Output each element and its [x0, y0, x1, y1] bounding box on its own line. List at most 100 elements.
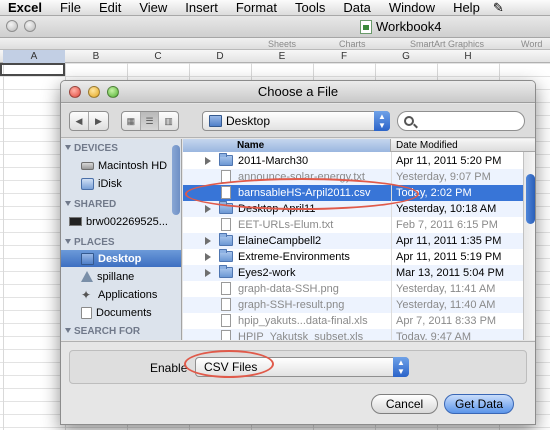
- file-row[interactable]: EET-URLs-Elum.txt Feb 7, 2011 6:15 PM: [183, 217, 523, 233]
- script-menu-icon[interactable]: ✎: [493, 0, 504, 16]
- dialog-bottom-panel: Enable CSV Files ▲ ▼ Cancel Get Data: [61, 341, 535, 424]
- document-icon: [221, 170, 231, 183]
- back-arrow-icon[interactable]: ◀: [70, 112, 89, 130]
- file-date-modified: Yesterday, 11:40 AM: [396, 299, 496, 311]
- column-view-icon[interactable]: ▥: [159, 112, 178, 130]
- disclosure-triangle-icon[interactable]: [205, 269, 211, 277]
- disclosure-triangle-icon[interactable]: [205, 237, 211, 245]
- file-list: Name Date Modified 2011-March30 Apr 11, 2…: [183, 139, 535, 340]
- sidebar-header-devices[interactable]: DEVICES: [65, 143, 118, 154]
- idisk-icon: [81, 177, 94, 190]
- popup-arrows-icon: ▲ ▼: [393, 357, 409, 377]
- column-header-b[interactable]: B: [65, 50, 127, 63]
- location-popup[interactable]: Desktop ▲ ▼: [202, 111, 390, 131]
- column-header-a[interactable]: A: [3, 50, 65, 63]
- workbook-title: Workbook4: [360, 19, 442, 34]
- column-header-g[interactable]: G: [375, 50, 437, 63]
- close-window-icon[interactable]: [6, 20, 18, 32]
- get-data-button[interactable]: Get Data: [444, 394, 514, 414]
- sidebar-header-search-for[interactable]: SEARCH FOR: [65, 326, 140, 337]
- file-row[interactable]: Desktop-April11 Yesterday, 10:18 AM: [183, 201, 523, 217]
- icon-view-icon[interactable]: ▦: [122, 112, 141, 130]
- sidebar-scroll-thumb[interactable]: [172, 145, 180, 215]
- menu-file[interactable]: File: [51, 0, 90, 16]
- column-headers: A B C D E F G H: [0, 50, 550, 63]
- popup-arrows-icon: ▲ ▼: [374, 111, 390, 131]
- ribbon-tab-smartart[interactable]: SmartArt Graphics: [410, 38, 484, 50]
- file-list-scroll-thumb[interactable]: [526, 174, 535, 224]
- forward-arrow-icon[interactable]: ▶: [89, 112, 108, 130]
- menu-window[interactable]: Window: [380, 0, 444, 16]
- sidebar-item-documents[interactable]: Documents: [61, 304, 181, 321]
- ribbon-tab-word[interactable]: Word: [521, 38, 542, 50]
- menu-format[interactable]: Format: [227, 0, 286, 16]
- file-row[interactable]: announce-solar-energy.txt Yesterday, 9:07…: [183, 169, 523, 185]
- sidebar-item-shared-computer[interactable]: brw002269525...: [61, 213, 181, 230]
- menu-tools[interactable]: Tools: [286, 0, 334, 16]
- file-row[interactable]: 2011-March30 Apr 11, 2011 5:20 PM: [183, 153, 523, 169]
- file-row[interactable]: graph-data-SSH.png Yesterday, 11:41 AM: [183, 281, 523, 297]
- sidebar-item-idisk[interactable]: iDisk: [61, 175, 181, 192]
- menu-view[interactable]: View: [130, 0, 176, 16]
- minimize-window-icon[interactable]: [24, 20, 36, 32]
- workbook-window-controls: [6, 20, 36, 32]
- file-row[interactable]: hpip_yakuts...data-final.xls Apr 7, 2011 …: [183, 313, 523, 329]
- menu-insert[interactable]: Insert: [176, 0, 227, 16]
- disclosure-triangle-icon: [65, 201, 71, 206]
- column-header-d[interactable]: D: [189, 50, 251, 63]
- sidebar-item-applications[interactable]: ✦ Applications: [61, 286, 181, 303]
- column-header-f[interactable]: F: [313, 50, 375, 63]
- file-row[interactable]: HPIP_Yakutsk_subset.xls Today, 9:47 AM: [183, 329, 523, 340]
- zoom-dialog-icon[interactable]: [107, 86, 119, 98]
- file-name: Extreme-Environments: [238, 251, 350, 263]
- file-row[interactable]: Extreme-Environments Apr 11, 2011 5:19 PM: [183, 249, 523, 265]
- ribbon-tab-charts[interactable]: Charts: [339, 38, 366, 50]
- ribbon-tab-sheets[interactable]: Sheets: [268, 38, 296, 50]
- file-date-modified: Feb 7, 2011 6:15 PM: [396, 219, 498, 231]
- disclosure-triangle-icon[interactable]: [205, 205, 211, 213]
- file-list-scrollbar[interactable]: [523, 152, 535, 340]
- folder-icon: [219, 201, 233, 214]
- document-icon: [221, 330, 231, 340]
- disclosure-triangle-icon[interactable]: [205, 253, 211, 261]
- file-row[interactable]: Eyes2-work Mar 13, 2011 5:04 PM: [183, 265, 523, 281]
- column-header-date-modified[interactable]: Date Modified: [392, 139, 458, 152]
- file-row[interactable]: ElaineCampbell2 Apr 11, 2011 1:35 PM: [183, 233, 523, 249]
- file-row[interactable]: graph-SSH-result.png Yesterday, 11:40 AM: [183, 297, 523, 313]
- column-header-h[interactable]: H: [437, 50, 499, 63]
- documents-icon: [81, 306, 92, 319]
- enable-file-type-popup[interactable]: CSV Files ▲ ▼: [195, 357, 409, 377]
- column-header-c[interactable]: C: [127, 50, 189, 63]
- sidebar-item-macintosh-hd[interactable]: Macintosh HD: [61, 157, 181, 174]
- menu-help[interactable]: Help: [444, 0, 489, 16]
- menu-excel[interactable]: Excel: [0, 0, 51, 16]
- minimize-dialog-icon[interactable]: [88, 86, 100, 98]
- column-header-name[interactable]: Name: [183, 139, 391, 152]
- disclosure-triangle-icon[interactable]: [205, 157, 211, 165]
- file-row[interactable]: barnsableHS-Arpil2011.csv Today, 2:02 PM: [183, 185, 523, 201]
- sidebar-header-places[interactable]: PLACES: [65, 237, 115, 248]
- applications-icon: ✦: [81, 287, 92, 302]
- file-name: ElaineCampbell2: [238, 235, 322, 247]
- sidebar-item-home[interactable]: spillane: [61, 268, 181, 285]
- close-dialog-icon[interactable]: [69, 86, 81, 98]
- file-name: HPIP_Yakutsk_subset.xls: [238, 331, 364, 340]
- dialog-window-controls: [69, 86, 119, 98]
- file-date-modified: Today, 2:02 PM: [396, 187, 472, 199]
- file-name: graph-data-SSH.png: [238, 283, 339, 295]
- document-icon: [221, 314, 231, 327]
- sidebar-scrollbar[interactable]: [171, 139, 181, 340]
- desktop-folder-icon: [209, 115, 222, 127]
- document-icon: [221, 218, 231, 231]
- sidebar-item-desktop[interactable]: Desktop: [61, 250, 181, 267]
- search-field[interactable]: [397, 111, 525, 131]
- enable-value: CSV Files: [204, 360, 258, 374]
- selected-cell[interactable]: [0, 63, 65, 76]
- list-view-icon[interactable]: ☰: [140, 112, 160, 130]
- column-header-e[interactable]: E: [251, 50, 313, 63]
- menu-data[interactable]: Data: [334, 0, 379, 16]
- sidebar-header-shared[interactable]: SHARED: [65, 199, 116, 210]
- search-input[interactable]: [419, 115, 514, 127]
- cancel-button[interactable]: Cancel: [371, 394, 438, 414]
- menu-edit[interactable]: Edit: [90, 0, 130, 16]
